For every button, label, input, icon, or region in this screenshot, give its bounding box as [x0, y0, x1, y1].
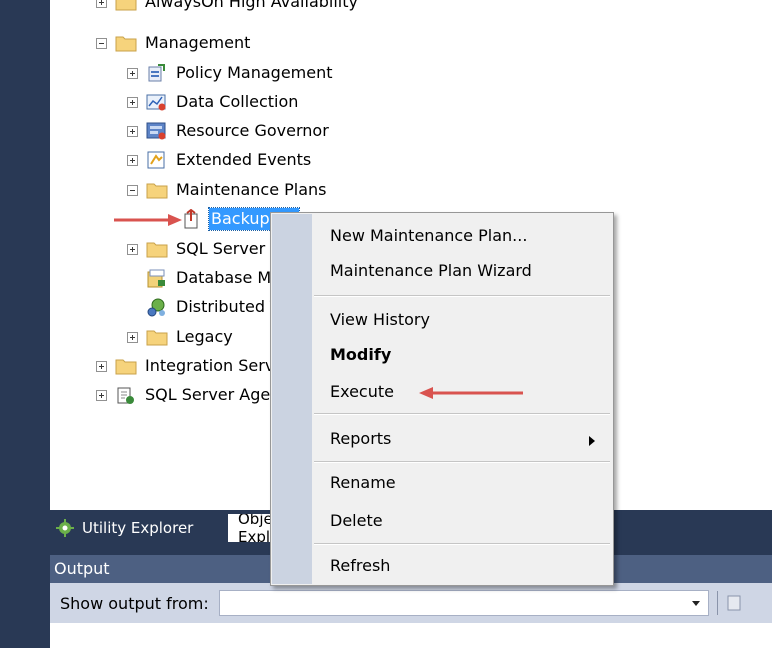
annotation-arrow-icon: [114, 214, 182, 226]
tree-node-management[interactable]: Management: [96, 30, 252, 56]
toolbar-divider: [716, 591, 718, 615]
tree-node-label: Extended Events: [176, 150, 312, 169]
dtc-icon: [147, 298, 165, 317]
menu-item-new-maintenance-plan[interactable]: New Maintenance Plan...: [330, 224, 527, 248]
expand-icon[interactable]: [127, 243, 138, 255]
tree-node-label: AlwaysOn High Availability: [145, 0, 358, 11]
tree-node-alwayson[interactable]: AlwaysOn High Availability: [96, 0, 360, 18]
context-menu: New Maintenance Plan... Maintenance Plan…: [270, 212, 614, 586]
tab-label: Utility Explorer: [82, 519, 194, 537]
folder-icon: [146, 242, 168, 258]
sql-agent-icon: [117, 387, 134, 404]
output-body: [50, 623, 772, 648]
tree-node-resource-governor[interactable]: Resource Governor: [127, 118, 331, 144]
menu-item-refresh[interactable]: Refresh: [330, 554, 390, 578]
tree-node-sql-server-agent[interactable]: SQL Server Agent: [96, 382, 289, 408]
expand-icon[interactable]: [96, 360, 107, 372]
menu-separator: [314, 295, 610, 297]
collapse-icon[interactable]: [96, 37, 107, 49]
policy-management-icon: [148, 64, 165, 82]
submenu-arrow-icon: [589, 436, 595, 446]
folder-icon: [146, 330, 168, 346]
tree-node-label: Resource Governor: [176, 121, 329, 140]
expand-icon[interactable]: [127, 96, 138, 108]
tree-node-label: Maintenance Plans: [176, 180, 327, 199]
menu-item-reports[interactable]: Reports: [330, 427, 391, 451]
collapse-icon[interactable]: [127, 184, 138, 196]
expand-icon[interactable]: [127, 125, 138, 137]
utility-explorer-icon: [56, 519, 74, 537]
folder-icon: [146, 183, 168, 199]
menu-item-execute[interactable]: Execute: [330, 380, 394, 404]
annotation-arrow-icon: [419, 387, 523, 399]
tab-utility-explorer[interactable]: Utility Explorer: [54, 514, 224, 542]
menu-item-maintenance-plan-wizard[interactable]: Maintenance Plan Wizard: [330, 259, 532, 283]
output-toolbar: Show output from:: [50, 583, 772, 623]
menu-item-rename[interactable]: Rename: [330, 471, 396, 495]
data-collection-icon: [146, 94, 166, 111]
folder-icon: [115, 0, 137, 11]
tree-node-label: SQL Server Agent: [145, 385, 287, 404]
tab-object-explorer[interactable]: Object Explorer: [228, 514, 270, 542]
resource-governor-icon: [146, 122, 166, 140]
output-toolbar-icon[interactable]: [726, 593, 742, 613]
tree-node-label: Management: [145, 33, 251, 52]
show-output-from-label: Show output from:: [60, 593, 209, 613]
menu-item-delete[interactable]: Delete: [330, 509, 383, 533]
expand-icon[interactable]: [127, 67, 138, 79]
database-mail-icon: [147, 269, 165, 288]
tab-label: Object Explorer: [238, 514, 270, 542]
expand-icon[interactable]: [96, 0, 107, 8]
maintenance-plan-icon: [184, 209, 198, 229]
context-menu-gutter: [272, 214, 312, 584]
output-title: Output: [54, 559, 110, 578]
tree-node-label: Data Collection: [176, 92, 299, 111]
menu-separator: [314, 413, 610, 415]
menu-separator: [314, 461, 610, 463]
extended-events-icon: [147, 151, 165, 169]
tree-node-database-mail[interactable]: Database Mail: [127, 265, 292, 291]
expand-icon[interactable]: [96, 389, 107, 401]
expand-icon[interactable]: [127, 154, 138, 166]
tree-node-policy-management[interactable]: Policy Management: [127, 60, 335, 86]
tree-node-legacy[interactable]: Legacy: [127, 324, 235, 350]
menu-separator: [314, 543, 610, 545]
show-output-from-select[interactable]: [218, 590, 709, 616]
menu-item-view-history[interactable]: View History: [330, 308, 430, 332]
tree-node-extended-events[interactable]: Extended Events: [127, 147, 313, 173]
tree-node-label: Legacy: [176, 327, 233, 346]
tree-node-maintenance-plans[interactable]: Maintenance Plans: [127, 177, 329, 203]
folder-icon: [115, 359, 137, 375]
expand-icon[interactable]: [127, 331, 138, 343]
folder-icon: [115, 36, 137, 52]
menu-item-modify[interactable]: Modify: [330, 343, 391, 367]
tree-node-label: Policy Management: [176, 63, 333, 82]
dropdown-arrow-icon[interactable]: [691, 601, 700, 606]
tree-node-data-collection[interactable]: Data Collection: [127, 89, 300, 115]
